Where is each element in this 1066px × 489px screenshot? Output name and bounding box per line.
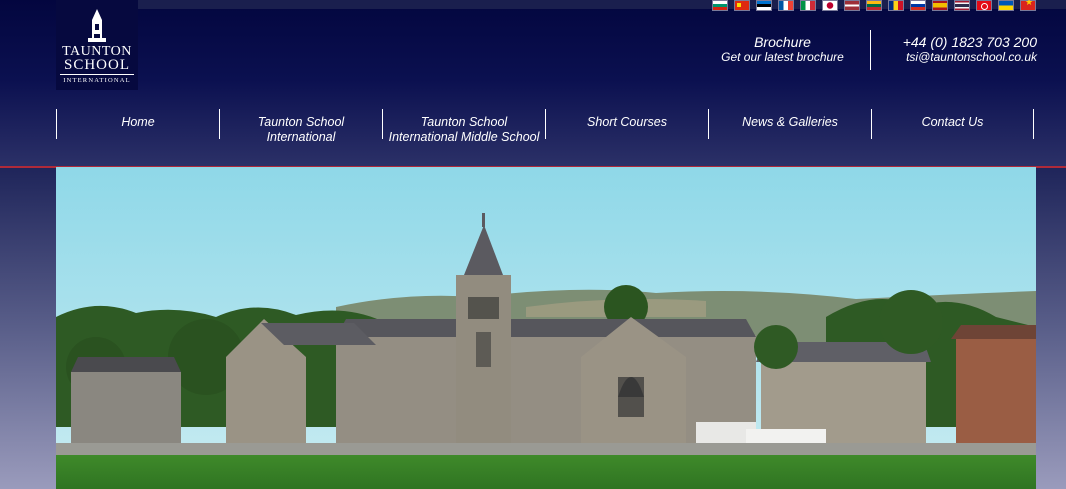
spain-flag-icon[interactable] <box>932 0 948 11</box>
nav-label-2: International <box>266 130 336 144</box>
latvia-flag-icon[interactable] <box>844 0 860 11</box>
ukraine-flag-icon[interactable] <box>998 0 1014 11</box>
phone-number: +44 (0) 1823 703 200 <box>902 34 1037 50</box>
nav-label: Taunton School <box>257 115 345 129</box>
brochure-title: Brochure <box>754 34 811 50</box>
contact-info: +44 (0) 1823 703 200 tsi@tauntonschool.c… <box>880 34 1037 65</box>
nav-international-middle-school[interactable]: Taunton School International Middle Schoo… <box>382 109 545 144</box>
nav-label: News & Galleries <box>742 115 838 129</box>
header-divider <box>870 30 871 70</box>
china-flag-icon[interactable] <box>734 0 750 11</box>
bulgaria-flag-icon[interactable] <box>712 0 728 11</box>
taunton-school-logo[interactable]: TAUNTON SCHOOL INTERNATIONAL <box>56 0 138 90</box>
nav-label: Short Courses <box>587 115 667 129</box>
brochure-subtitle: Get our latest brochure <box>721 50 844 64</box>
russia-flag-icon[interactable] <box>910 0 926 11</box>
nav-label: Home <box>121 115 155 129</box>
logo-divider <box>60 74 134 75</box>
estonia-flag-icon[interactable] <box>756 0 772 11</box>
nav-taunton-school-international[interactable]: Taunton School International <box>219 109 382 144</box>
thailand-flag-icon[interactable] <box>954 0 970 11</box>
nav-label-2: International Middle School <box>388 130 540 144</box>
nav-short-courses[interactable]: Short Courses <box>545 109 708 139</box>
italy-flag-icon[interactable] <box>800 0 816 11</box>
language-flags <box>712 0 1036 11</box>
nav-home[interactable]: Home <box>56 109 219 139</box>
main-nav: Home Taunton School International Taunton… <box>56 109 1036 144</box>
turkey-flag-icon[interactable] <box>976 0 992 11</box>
romania-flag-icon[interactable] <box>888 0 904 11</box>
hero-image <box>56 167 1036 489</box>
japan-flag-icon[interactable] <box>822 0 838 11</box>
logo-line-2: SCHOOL <box>63 57 130 73</box>
brochure-link[interactable]: Brochure Get our latest brochure <box>700 34 865 65</box>
nav-contact-us[interactable]: Contact Us <box>871 109 1034 139</box>
nav-label: Taunton School <box>420 115 508 129</box>
vietnam-flag-icon[interactable] <box>1020 0 1036 11</box>
nav-news-galleries[interactable]: News & Galleries <box>708 109 871 139</box>
tower-crest-icon <box>88 9 106 42</box>
france-flag-icon[interactable] <box>778 0 794 11</box>
school-building-photo <box>56 167 1036 489</box>
lithuania-flag-icon[interactable] <box>866 0 882 11</box>
email-link[interactable]: tsi@tauntonschool.co.uk <box>880 50 1037 65</box>
logo-line-3: INTERNATIONAL <box>63 77 131 84</box>
site-header: TAUNTON SCHOOL INTERNATIONAL Brochure Ge… <box>0 0 1066 168</box>
nav-label: Contact Us <box>921 115 984 129</box>
